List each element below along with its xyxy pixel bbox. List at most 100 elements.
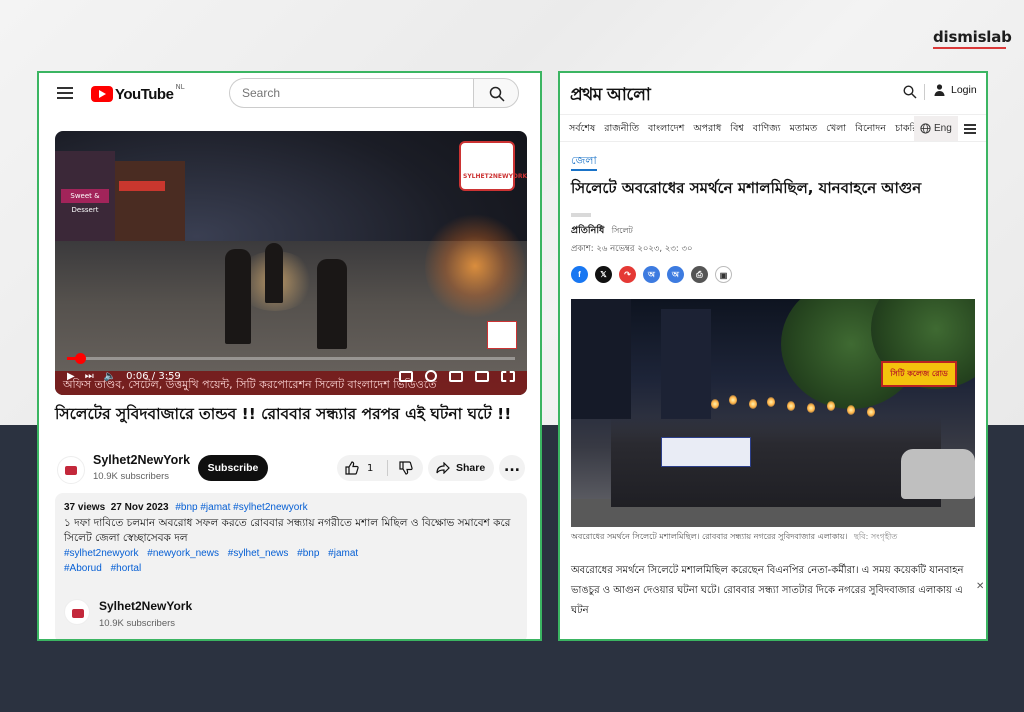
video-progress-bar[interactable]: [67, 353, 515, 364]
video-person: [317, 259, 347, 349]
theater-mode-icon[interactable]: [475, 370, 489, 382]
nav-item[interactable]: খেলা: [826, 122, 846, 137]
channel-name[interactable]: Sylhet2NewYork: [93, 453, 190, 467]
nav-item[interactable]: রাজনীতি: [604, 122, 639, 137]
hamburger-menu-icon[interactable]: [57, 87, 73, 99]
hashtag-link[interactable]: #newyork_news: [147, 548, 219, 559]
torch-flame: [767, 397, 775, 407]
youtube-play-icon: [91, 86, 113, 102]
menu-icon[interactable]: [964, 124, 976, 134]
video-player[interactable]: Sweet & Dessert SYLHET2NEWYORK অফিস তাণ্…: [55, 131, 527, 395]
settings-icon[interactable]: [425, 370, 437, 382]
like-count: 1: [367, 462, 374, 474]
volume-icon[interactable]: 🔈: [104, 371, 116, 382]
captions-icon[interactable]: [399, 370, 413, 382]
article-photo[interactable]: সিটি কলেজ রোড: [571, 299, 975, 527]
channel-name[interactable]: Sylhet2NewYork: [99, 599, 192, 613]
article-headline: সিলেটে অবরোধের সমর্থনে মশালমিছিল, যানবাহ…: [571, 179, 922, 197]
play-icon[interactable]: ▶: [67, 371, 75, 382]
nav-item[interactable]: অপরাধ: [693, 122, 721, 137]
prothom-alo-screenshot-panel: প্রথম আলো Login সর্বশেষ রাজনীতি বাংলাদেশ…: [558, 71, 988, 641]
youtube-wordmark: YouTube: [115, 85, 174, 103]
nav-item[interactable]: বাংলাদেশ: [648, 122, 684, 137]
search-icon: [489, 86, 505, 102]
hashtag-link[interactable]: #sylhet_news: [228, 548, 289, 559]
channel-watermark-small: [487, 321, 517, 349]
nav-item[interactable]: বিনোদন: [855, 122, 886, 137]
article-body: অবরোধের সমর্থনে সিলেটে মশালমিছিল করেছেন …: [571, 565, 964, 616]
torch-flame: [787, 401, 795, 411]
nav-item[interactable]: সর্বশেষ: [569, 122, 595, 137]
print-share-icon[interactable]: ⎙: [691, 266, 708, 283]
channel-avatar[interactable]: [64, 599, 90, 625]
hashtag-link[interactable]: #sylhet2newyork: [64, 548, 138, 559]
hashtag-link[interactable]: #Aborud: [64, 563, 102, 574]
x-share-icon[interactable]: 𝕏: [595, 266, 612, 283]
subscribe-button[interactable]: Subscribe: [198, 455, 268, 481]
video-shop-sign: [119, 181, 165, 191]
caption-text: অবরোধের সমর্থনে সিলেটে মশালমিছিল। রোববার…: [571, 532, 848, 541]
thumbs-down-icon: [398, 461, 413, 475]
video-shop-sign: Sweet & Dessert: [61, 189, 109, 214]
share-button[interactable]: Share: [428, 455, 494, 481]
video-controls: ▶ ⏭ 🔈 0:06 / 3:59: [67, 367, 181, 385]
nav-item[interactable]: বিশ্ব: [730, 122, 743, 137]
video-person: [225, 249, 251, 344]
audio-1-share-icon[interactable]: অ: [643, 266, 660, 283]
search-input[interactable]: [229, 78, 473, 108]
torch-flame: [711, 399, 719, 409]
prothom-alo-logo[interactable]: প্রথম আলো: [570, 82, 651, 110]
login-label: Login: [951, 84, 977, 96]
view-count: 37 views: [64, 502, 106, 513]
torch-flame: [827, 401, 835, 411]
login-button[interactable]: Login: [934, 84, 977, 96]
language-toggle[interactable]: Eng: [914, 116, 958, 141]
share-share-icon[interactable]: ↷: [619, 266, 636, 283]
dislike-button[interactable]: [388, 455, 423, 481]
video-shopfront: [115, 161, 185, 241]
share-label: Share: [456, 462, 486, 474]
next-icon[interactable]: ⏭: [85, 371, 94, 382]
miniplayer-icon[interactable]: [449, 370, 463, 382]
facebook-share-icon[interactable]: f: [571, 266, 588, 283]
brand-underline: [933, 47, 1006, 49]
youtube-logo[interactable]: YouTube NL: [91, 83, 185, 103]
channel-avatar[interactable]: [57, 456, 85, 484]
description-hashtags: #sylhet2newyork #newyork_news #sylhet_ne…: [64, 546, 520, 576]
channel-row: Sylhet2NewYork 10.9K subscribers Subscri…: [55, 453, 530, 487]
search-icon[interactable]: [903, 85, 917, 99]
fullscreen-icon[interactable]: [501, 370, 515, 382]
photo-building: [571, 299, 631, 419]
progress-scrubber[interactable]: [74, 353, 86, 364]
hashtag-link[interactable]: #hortal: [111, 563, 142, 574]
description-text: ১ দফা দাবিতে চলমান অবরোধ সফল করতে রোববার…: [64, 517, 511, 544]
photo-banner: [661, 437, 751, 467]
news-site-header: প্রথম আলো Login: [560, 73, 986, 113]
hashtag-link[interactable]: #jamat: [328, 548, 358, 559]
nav-item[interactable]: মতামত: [790, 122, 818, 137]
like-button[interactable]: 1: [337, 455, 387, 481]
search-button[interactable]: [473, 78, 519, 108]
photo-caption: অবরোধের সমর্থনে সিলেটে মশালমিছিল। রোববার…: [571, 531, 981, 544]
header-hashtags[interactable]: #bnp #jamat #sylhet2newyork: [175, 502, 307, 513]
channel-watermark-logo: SYLHET2NEWYORK: [459, 141, 527, 191]
thumbs-up-icon: [345, 461, 359, 475]
audio-2-share-icon[interactable]: অ: [667, 266, 684, 283]
like-dislike-group: 1: [337, 455, 423, 481]
video-description[interactable]: 37 views 27 Nov 2023 #bnp #jamat #sylhet…: [55, 493, 527, 639]
torch-flame: [847, 405, 855, 415]
nav-item[interactable]: বাণিজ্য: [753, 122, 781, 137]
photo-building: [661, 309, 711, 419]
bookmark-share-icon[interactable]: ▣: [715, 266, 732, 283]
video-time: 0:06 / 3:59: [126, 370, 181, 382]
article-author: প্রতিনিধি সিলেট: [571, 224, 633, 239]
share-bar: f 𝕏 ↷ অ অ ⎙ ▣: [571, 266, 732, 283]
author-location: সিলেট: [611, 226, 633, 235]
close-icon[interactable]: ✕: [976, 581, 984, 592]
more-options-button[interactable]: ...: [499, 455, 525, 481]
header-divider: [924, 84, 925, 100]
author-name[interactable]: প্রতিনিধি: [571, 225, 604, 236]
brand-logo: dismislab: [933, 28, 1012, 46]
hashtag-link[interactable]: #bnp: [297, 548, 319, 559]
publish-date: প্রকাশ: ২৬ নভেম্বর ২০২৩, ২৩: ৩০: [571, 244, 693, 254]
